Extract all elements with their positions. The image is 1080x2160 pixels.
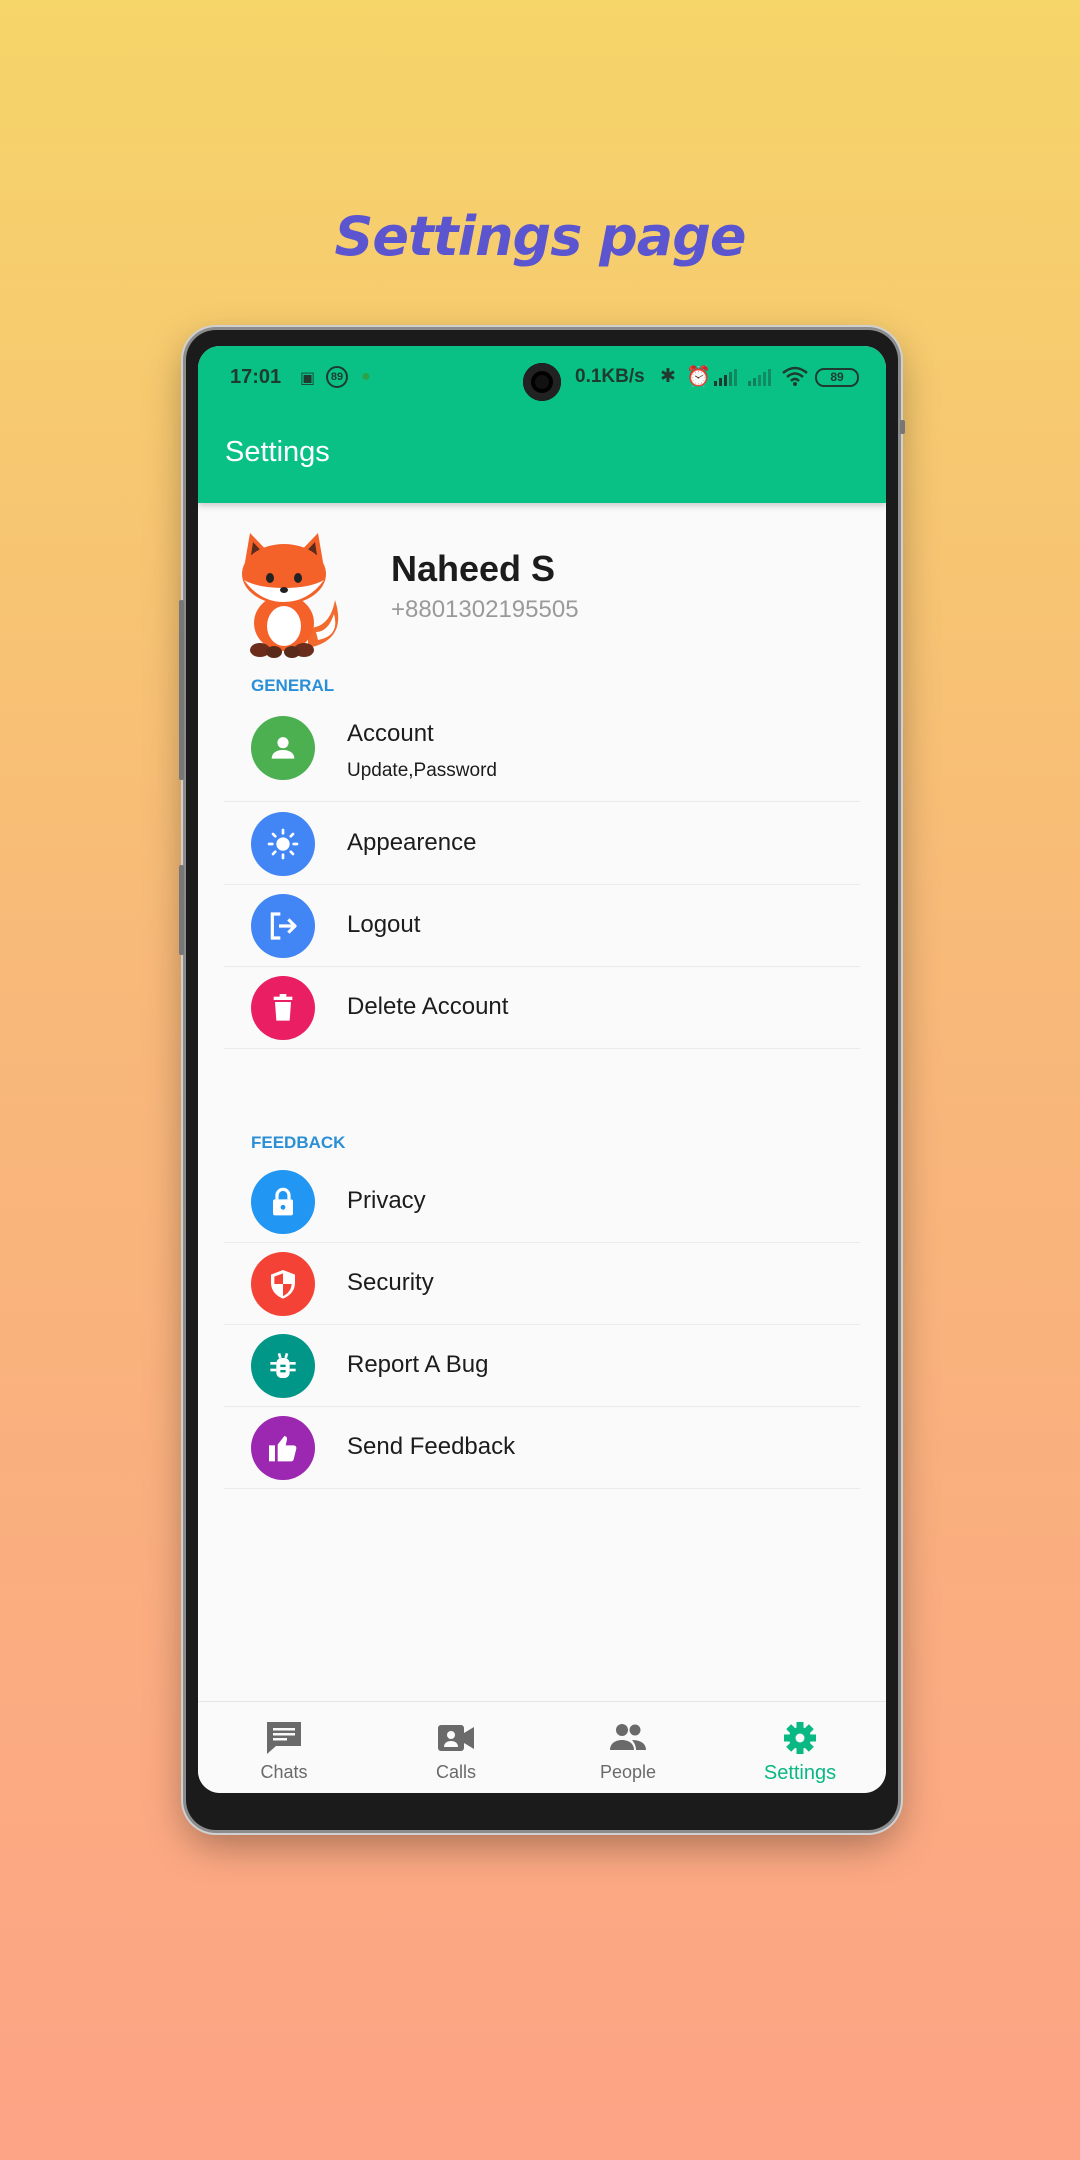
nav-label: Chats bbox=[260, 1762, 308, 1782]
settings-item-label: Security bbox=[347, 1269, 434, 1296]
side-sensor bbox=[900, 420, 905, 434]
nav-item-chats[interactable]: Chats bbox=[198, 1702, 370, 1793]
bluetooth-icon: ✱ bbox=[660, 366, 676, 387]
bottom-navigation: Chats Calls People Settings bbox=[198, 1701, 886, 1793]
signal-icon bbox=[714, 369, 737, 386]
signal-2-icon bbox=[748, 369, 771, 386]
settings-item-privacy[interactable]: Privacy bbox=[224, 1160, 860, 1243]
settings-item-delete-account[interactable]: Delete Account bbox=[224, 966, 860, 1049]
settings-item-label: Send Feedback bbox=[347, 1433, 516, 1460]
settings-item-subtitle: Update,Password bbox=[347, 760, 497, 781]
video-call-icon bbox=[438, 1725, 474, 1751]
section-title-feedback: FEEDBACK bbox=[251, 1133, 346, 1152]
nav-item-people[interactable]: People bbox=[542, 1702, 714, 1793]
section-title-general: GENERAL bbox=[251, 676, 335, 695]
settings-item-report-bug[interactable]: Report A Bug bbox=[224, 1324, 860, 1407]
settings-item-label: Logout bbox=[347, 911, 421, 938]
logout-icon bbox=[251, 894, 315, 958]
people-icon bbox=[610, 1724, 646, 1750]
wifi-icon bbox=[782, 366, 808, 386]
page-headline: Settings page bbox=[334, 205, 746, 268]
front-camera bbox=[523, 363, 561, 401]
power-button bbox=[179, 865, 184, 955]
nav-item-calls[interactable]: Calls bbox=[370, 1702, 542, 1793]
nav-item-settings[interactable]: Settings bbox=[714, 1702, 886, 1793]
profile-phone: +8801302195505 bbox=[391, 596, 579, 623]
nav-label: Settings bbox=[763, 1762, 837, 1784]
phone-screen: 17:01 ▣ 89 ● 0.1KB/s ✱ ⏰ 89 Settings Nah… bbox=[198, 346, 886, 1793]
settings-item-label: Privacy bbox=[347, 1187, 426, 1214]
page-title: Settings bbox=[225, 436, 330, 468]
thumbs-up-icon bbox=[251, 1416, 315, 1480]
shield-icon bbox=[251, 1252, 315, 1316]
settings-item-appearance[interactable]: Appearence bbox=[224, 802, 860, 885]
delete-icon bbox=[251, 976, 315, 1040]
gear-icon bbox=[784, 1722, 816, 1754]
nav-label: Calls bbox=[435, 1762, 476, 1782]
fox-avatar[interactable] bbox=[230, 528, 350, 658]
settings-item-label: Report A Bug bbox=[347, 1351, 489, 1378]
bug-icon bbox=[251, 1334, 315, 1398]
nav-label: People bbox=[599, 1762, 657, 1782]
app-header: 17:01 ▣ 89 ● 0.1KB/s ✱ ⏰ 89 Settings bbox=[198, 346, 886, 503]
status-time: 17:01 bbox=[230, 366, 282, 388]
lock-icon bbox=[251, 1170, 315, 1234]
settings-item-security[interactable]: Security bbox=[224, 1242, 860, 1325]
brightness-icon bbox=[251, 812, 315, 876]
net-speed: 0.1KB/s bbox=[575, 366, 645, 387]
status-dot-icon: ● bbox=[361, 368, 371, 385]
sim-icon: ▣ bbox=[300, 370, 316, 387]
alarm-icon: ⏰ bbox=[686, 366, 711, 388]
profile-name: Naheed S bbox=[391, 548, 556, 589]
settings-item-label: Account bbox=[347, 720, 434, 747]
settings-item-label: Delete Account bbox=[347, 993, 509, 1020]
settings-item-send-feedback[interactable]: Send Feedback bbox=[224, 1406, 860, 1489]
settings-item-logout[interactable]: Logout bbox=[224, 884, 860, 967]
volume-button bbox=[179, 600, 184, 780]
settings-item-label: Appearence bbox=[347, 829, 477, 856]
battery-indicator: 89 bbox=[815, 368, 859, 387]
settings-item-account[interactable]: Account Update,Password bbox=[224, 706, 860, 802]
chat-icon bbox=[267, 1722, 301, 1754]
notification-badge: 89 bbox=[326, 366, 348, 388]
person-icon bbox=[251, 716, 315, 780]
phone-frame: 17:01 ▣ 89 ● 0.1KB/s ✱ ⏰ 89 Settings Nah… bbox=[179, 330, 905, 1830]
